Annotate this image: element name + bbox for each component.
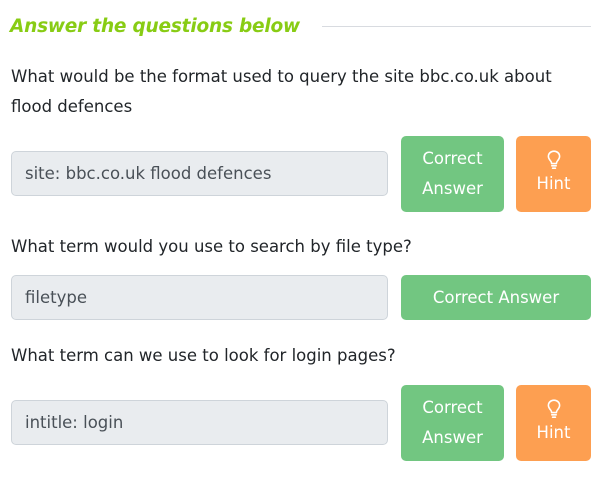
lightbulb-icon — [547, 150, 560, 170]
correct-label-line1: Correct — [422, 149, 483, 168]
hint-label: Hint — [536, 423, 571, 442]
question-1-correct-answer-button[interactable]: Correct Answer — [401, 136, 504, 212]
correct-label-line2: Answer — [422, 179, 483, 198]
question-1-answer-field[interactable] — [11, 151, 388, 196]
lightbulb-icon — [547, 399, 560, 419]
correct-label: Correct Answer — [432, 287, 560, 307]
question-1-hint-button[interactable]: Hint — [516, 136, 591, 212]
question-2-answer-field[interactable] — [11, 275, 388, 320]
correct-label-line2: Answer — [422, 428, 483, 447]
question-2-text: What term would you use to search by fil… — [11, 237, 412, 256]
correct-label-line1: Correct — [422, 398, 483, 417]
section-header: Answer the questions below — [10, 12, 591, 40]
question-3-answer-field[interactable] — [11, 400, 388, 445]
question-2-correct-answer-button[interactable]: Correct Answer — [401, 275, 591, 320]
question-3-hint-button[interactable]: Hint — [516, 385, 591, 461]
section-title: Answer the questions below — [10, 15, 300, 37]
hint-label: Hint — [536, 174, 571, 193]
section-divider — [321, 25, 591, 27]
question-3-correct-answer-button[interactable]: Correct Answer — [401, 385, 504, 461]
task-answers-panel: Answer the questions below What would be… — [0, 0, 601, 481]
question-1-text: What would be the format used to query t… — [11, 67, 552, 116]
question-3-text: What term can we use to look for login p… — [11, 346, 396, 365]
